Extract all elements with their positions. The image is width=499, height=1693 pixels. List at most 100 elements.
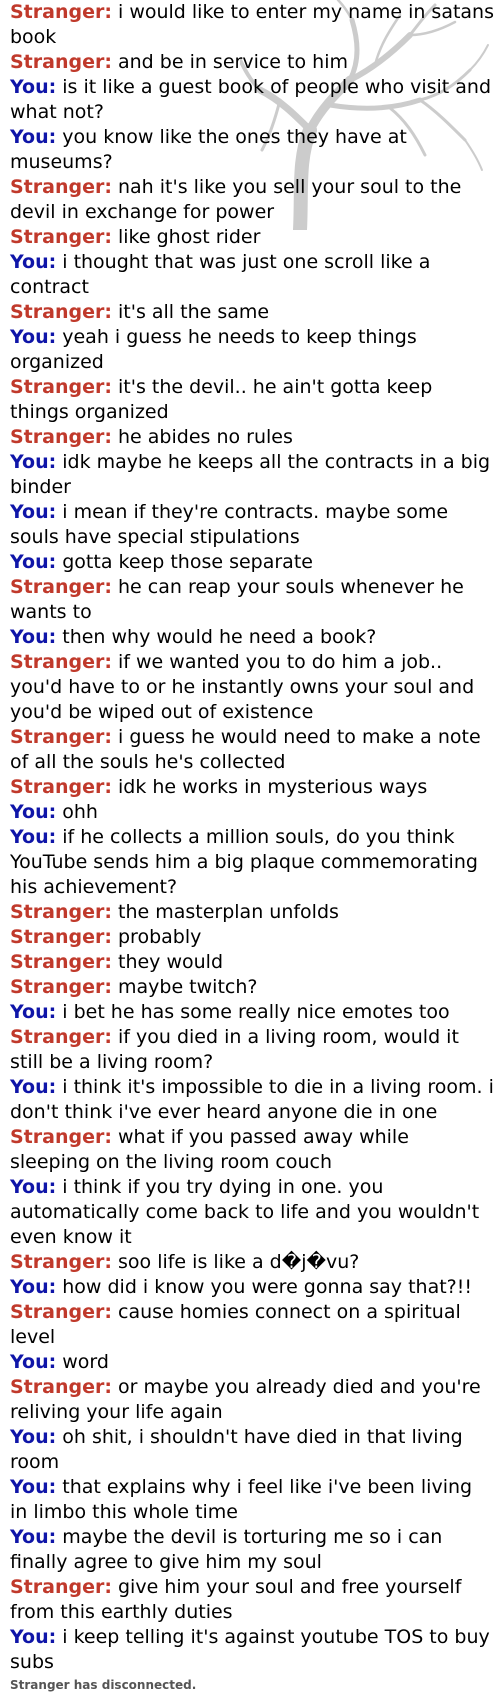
speaker-label: You: <box>10 1476 57 1498</box>
speaker-label: Stranger: <box>10 1251 112 1273</box>
chat-message-stranger: Stranger: soo life is like a d�j�vu? <box>10 1250 494 1275</box>
message-text: ohh <box>62 801 98 823</box>
chat-message-you: You: is it like a guest book of people w… <box>10 75 494 125</box>
chat-message-you: You: you know like the ones they have at… <box>10 125 494 175</box>
chat-message-you: You: i bet he has some really nice emote… <box>10 1000 494 1025</box>
message-text: i bet he has some really nice emotes too <box>62 1001 450 1023</box>
speaker-label: Stranger: <box>10 1376 112 1398</box>
message-text: is it like a guest book of people who vi… <box>10 76 492 123</box>
speaker-label: Stranger: <box>10 301 112 323</box>
speaker-label: Stranger: <box>10 951 112 973</box>
speaker-label: You: <box>10 1426 57 1448</box>
speaker-label: You: <box>10 1276 57 1298</box>
message-text: idk maybe he keeps all the contracts in … <box>10 451 491 498</box>
speaker-label: Stranger: <box>10 1026 112 1048</box>
chat-message-you: You: gotta keep those separate <box>10 550 494 575</box>
message-text: i thought that was just one scroll like … <box>10 251 431 298</box>
message-text: gotta keep those separate <box>62 551 313 573</box>
chat-message-stranger: Stranger: it's the devil.. he ain't gott… <box>10 375 494 425</box>
message-text: how did i know you were gonna say that?!… <box>62 1276 472 1298</box>
message-text: yeah i guess he needs to keep things org… <box>10 326 417 373</box>
speaker-label: You: <box>10 501 57 523</box>
chat-message-you: You: i mean if they're contracts. maybe … <box>10 500 494 550</box>
chat-message-stranger: Stranger: or maybe you already died and … <box>10 1375 494 1425</box>
chat-message-stranger: Stranger: i guess he would need to make … <box>10 725 494 775</box>
chat-message-stranger: Stranger: what if you passed away while … <box>10 1125 494 1175</box>
chat-message-you: You: i think it's impossible to die in a… <box>10 1075 494 1125</box>
message-text: i keep telling it's against youtube TOS … <box>10 1626 490 1673</box>
message-text: then why would he need a book? <box>62 626 377 648</box>
chat-message-stranger: Stranger: they would <box>10 950 494 975</box>
speaker-label: You: <box>10 1626 57 1648</box>
chat-message-stranger: Stranger: give him your soul and free yo… <box>10 1575 494 1625</box>
message-text: oh shit, i shouldn't have died in that l… <box>10 1426 463 1473</box>
speaker-label: You: <box>10 801 57 823</box>
speaker-label: You: <box>10 626 57 648</box>
speaker-label: Stranger: <box>10 426 112 448</box>
speaker-label: You: <box>10 826 57 848</box>
message-text: you know like the ones they have at muse… <box>10 126 407 173</box>
speaker-label: You: <box>10 251 57 273</box>
speaker-label: Stranger: <box>10 226 112 248</box>
chat-message-stranger: Stranger: maybe twitch? <box>10 975 494 1000</box>
chat-message-stranger: Stranger: if you died in a living room, … <box>10 1025 494 1075</box>
speaker-label: You: <box>10 1176 57 1198</box>
chat-message-stranger: Stranger: like ghost rider <box>10 225 494 250</box>
message-text: if he collects a million souls, do you t… <box>10 826 478 898</box>
message-text: that explains why i feel like i've been … <box>10 1476 473 1523</box>
speaker-label: Stranger: <box>10 1126 112 1148</box>
speaker-label: Stranger: <box>10 51 112 73</box>
chat-message-you: You: then why would he need a book? <box>10 625 494 650</box>
speaker-label: You: <box>10 551 57 573</box>
message-text: they would <box>118 951 224 973</box>
message-text: he abides no rules <box>118 426 293 448</box>
chat-message-you: You: i keep telling it's against youtube… <box>10 1625 494 1675</box>
message-text: probably <box>118 926 202 948</box>
speaker-label: You: <box>10 1351 57 1373</box>
speaker-label: You: <box>10 1001 57 1023</box>
chat-message-stranger: Stranger: probably <box>10 925 494 950</box>
chat-message-stranger: Stranger: it's all the same <box>10 300 494 325</box>
chat-message-stranger: Stranger: he abides no rules <box>10 425 494 450</box>
message-text: the masterplan unfolds <box>118 901 339 923</box>
message-text: it's all the same <box>118 301 270 323</box>
speaker-label: You: <box>10 76 57 98</box>
message-text: word <box>62 1351 109 1373</box>
speaker-label: You: <box>10 1076 57 1098</box>
chat-message-you: You: maybe the devil is torturing me so … <box>10 1525 494 1575</box>
speaker-label: Stranger: <box>10 176 112 198</box>
speaker-label: Stranger: <box>10 1576 112 1598</box>
speaker-label: Stranger: <box>10 776 112 798</box>
chat-message-you: You: i thought that was just one scroll … <box>10 250 494 300</box>
speaker-label: You: <box>10 126 57 148</box>
chat-message-you: You: yeah i guess he needs to keep thing… <box>10 325 494 375</box>
message-text: maybe the devil is torturing me so i can… <box>10 1526 443 1573</box>
message-text: soo life is like a d�j�vu? <box>118 1251 360 1273</box>
speaker-label: Stranger: <box>10 1301 112 1323</box>
message-text: i think if you try dying in one. you aut… <box>10 1176 480 1248</box>
chat-message-stranger: Stranger: idk he works in mysterious way… <box>10 775 494 800</box>
chat-message-stranger: Stranger: nah it's like you sell your so… <box>10 175 494 225</box>
message-text: idk he works in mysterious ways <box>118 776 428 798</box>
speaker-label: Stranger: <box>10 376 112 398</box>
chat-message-stranger: Stranger: if we wanted you to do him a j… <box>10 650 494 725</box>
speaker-label: Stranger: <box>10 726 112 748</box>
chat-message-stranger: Stranger: the masterplan unfolds <box>10 900 494 925</box>
speaker-label: Stranger: <box>10 926 112 948</box>
chat-message-you: You: i think if you try dying in one. yo… <box>10 1175 494 1250</box>
message-text: i think it's impossible to die in a livi… <box>10 1076 494 1123</box>
message-text: i mean if they're contracts. maybe some … <box>10 501 449 548</box>
chat-message-you: You: if he collects a million souls, do … <box>10 825 494 900</box>
chat-message-you: You: oh shit, i shouldn't have died in t… <box>10 1425 494 1475</box>
chat-message-stranger: Stranger: i would like to enter my name … <box>10 0 494 50</box>
speaker-label: You: <box>10 451 57 473</box>
chat-message-you: You: ohh <box>10 800 494 825</box>
speaker-label: You: <box>10 326 57 348</box>
message-text: like ghost rider <box>118 226 261 248</box>
chat-message-stranger: Stranger: and be in service to him <box>10 50 494 75</box>
chat-message-stranger: Stranger: he can reap your souls wheneve… <box>10 575 494 625</box>
speaker-label: Stranger: <box>10 1 112 23</box>
speaker-label: You: <box>10 1526 57 1548</box>
speaker-label: Stranger: <box>10 576 112 598</box>
chat-message-stranger: Stranger: cause homies connect on a spir… <box>10 1300 494 1350</box>
